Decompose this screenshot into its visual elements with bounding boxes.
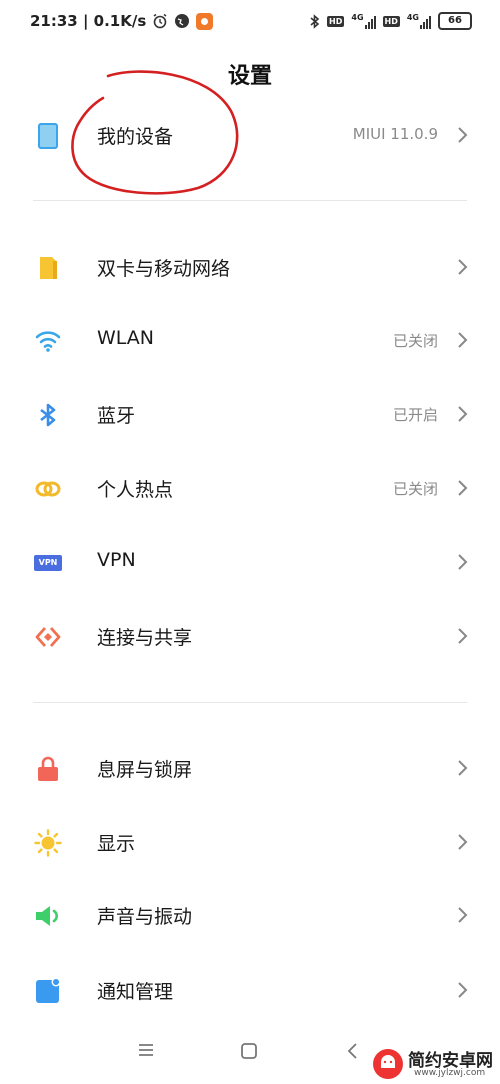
alarm-icon (153, 13, 167, 29)
network-type-2: 4G (406, 12, 419, 22)
my-device-version: MIUI 11.0.9 (352, 125, 438, 143)
chevron-right-icon (458, 760, 468, 776)
signal-icon-1 (364, 15, 376, 29)
wlan-label: WLAN (97, 327, 155, 349)
bluetooth-status: 已开启 (392, 406, 438, 424)
chevron-right-icon (458, 127, 468, 143)
watermark-logo: 简约安卓网 www.jylzwj.com (372, 1046, 500, 1084)
home-icon[interactable] (240, 1042, 258, 1060)
sound-vibration-item[interactable]: 声音与振动 (0, 888, 500, 944)
chevron-right-icon (458, 480, 468, 496)
chevron-right-icon (458, 259, 468, 275)
sun-icon (34, 829, 62, 857)
wifi-icon (35, 331, 61, 352)
hd-badge-2: HD (382, 15, 400, 27)
time-and-speed: 21:33 | 0.1K/s (30, 12, 147, 30)
chevron-right-icon (458, 907, 468, 923)
signal-icon-2 (420, 15, 431, 29)
section-divider (33, 702, 467, 703)
hotspot-status: 已关闭 (392, 480, 438, 498)
sim-card-icon (40, 257, 57, 279)
network-type-1: 4G (351, 12, 364, 22)
hotspot-item[interactable]: 个人热点 已关闭 (0, 461, 500, 517)
bluetooth-status-icon (310, 13, 320, 29)
notification-item[interactable]: 通知管理 (0, 963, 500, 1019)
vpn-label: VPN (97, 549, 136, 571)
chevron-right-icon (458, 406, 468, 422)
page-title: 设置 (227, 64, 272, 89)
menu-icon[interactable] (137, 1042, 155, 1058)
vpn-icon: VPN (34, 555, 62, 571)
display-label: 显示 (97, 833, 136, 855)
wlan-status: 已关闭 (392, 332, 438, 350)
status-bar: 21:33 | 0.1K/s HD 4G HD 4G 66 (0, 0, 500, 44)
sidebar-item-dual-sim[interactable]: 双卡与移动网络 (0, 240, 500, 296)
chevron-right-icon (458, 332, 468, 348)
chevron-right-icon (458, 834, 468, 850)
sound-vibration-label: 声音与振动 (97, 906, 193, 928)
hotspot-label: 个人热点 (97, 479, 174, 501)
lock-icon (38, 756, 58, 781)
dual-sim-label: 双卡与移动网络 (97, 258, 231, 280)
lock-screen-label: 息屏与锁屏 (97, 759, 193, 781)
chevron-right-icon (458, 554, 468, 570)
lock-screen-item[interactable]: 息屏与锁屏 (0, 741, 500, 797)
android-logo-icon (373, 1049, 403, 1079)
back-icon[interactable] (346, 1042, 360, 1060)
chevron-right-icon (458, 982, 468, 998)
watermark-url: www.jylzwj.com (414, 1068, 486, 1078)
notification-label: 通知管理 (97, 981, 174, 1003)
my-device-item[interactable]: 我的设备 MIUI 11.0.9 (0, 108, 500, 164)
connection-sharing-item[interactable]: 连接与共享 (0, 609, 500, 665)
my-device-label: 我的设备 (97, 126, 174, 148)
bluetooth-icon (40, 403, 56, 427)
app-notification-icon (196, 12, 214, 30)
vpn-item[interactable]: VPN VPN (0, 535, 500, 591)
bluetooth-item[interactable]: 蓝牙 已开启 (0, 387, 500, 443)
chevron-right-icon (458, 628, 468, 644)
display-item[interactable]: 显示 (0, 815, 500, 871)
speaker-icon (36, 906, 58, 926)
battery-icon: 66 (438, 12, 472, 30)
share-connection-icon (35, 627, 61, 647)
hd-badge-1: HD (327, 15, 345, 27)
vpn-globe-icon (175, 14, 190, 28)
notification-icon (36, 977, 61, 1003)
wlan-item[interactable]: WLAN 已关闭 (0, 313, 500, 369)
device-icon (38, 123, 58, 149)
hotspot-icon (35, 481, 61, 497)
connection-sharing-label: 连接与共享 (97, 627, 193, 649)
bluetooth-label: 蓝牙 (97, 405, 136, 427)
section-divider (33, 200, 467, 201)
